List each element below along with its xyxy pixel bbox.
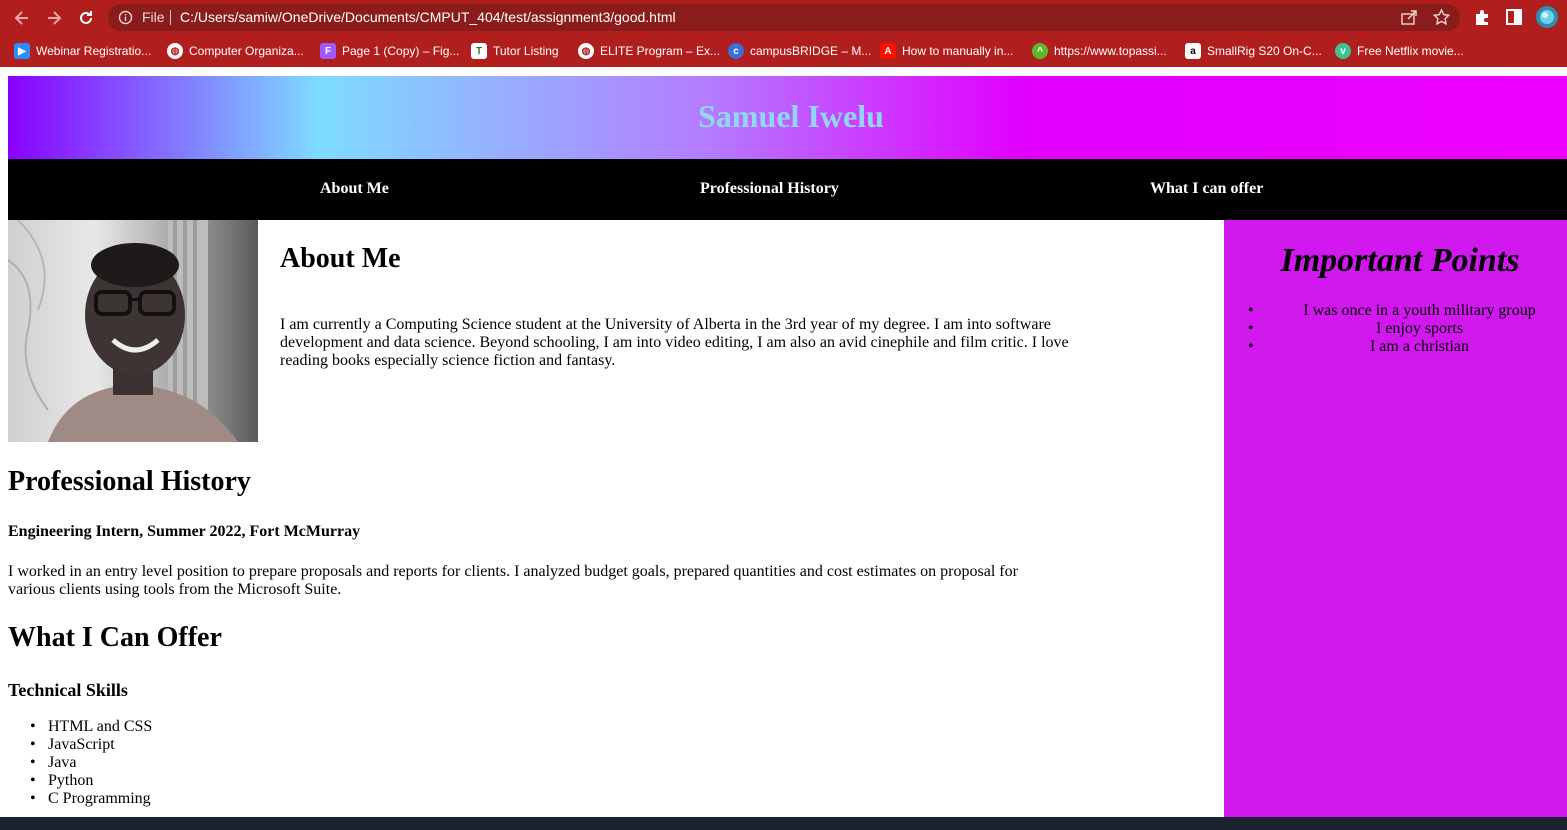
globe-icon: ◍: [167, 43, 183, 59]
profile-photo: [8, 220, 258, 442]
nav-link-what-i-can-offer[interactable]: What I can offer: [1150, 180, 1263, 198]
figma-icon: F: [320, 43, 336, 59]
file-scheme-label: File: [142, 9, 165, 25]
technical-skills-heading: Technical Skills: [8, 680, 128, 700]
job-title: Engineering Intern, Summer 2022, Fort Mc…: [8, 523, 361, 540]
bookmark-label: https://www.topassi...: [1054, 44, 1167, 58]
bookmark-item[interactable]: A How to manually in...: [880, 41, 1013, 61]
reload-icon[interactable]: [74, 6, 98, 30]
globe-icon: ◍: [578, 43, 594, 59]
adobe-icon: A: [880, 43, 896, 59]
site-nav: About Me Professional History What I can…: [8, 159, 1567, 220]
bookmark-label: How to manually in...: [902, 44, 1014, 58]
campusbridge-icon: c: [728, 43, 744, 59]
chrome-content-divider: [0, 67, 1567, 76]
bookmark-item[interactable]: ^ https://www.topassi...: [1032, 41, 1167, 61]
list-item: I was once in a youth military group: [1224, 302, 1567, 320]
bookmark-label: campusBRIDGE – M...: [750, 44, 872, 58]
forward-arrow-icon[interactable]: [42, 6, 66, 30]
bookmark-item[interactable]: c campusBRIDGE – M...: [728, 41, 871, 61]
list-item: C Programming: [8, 790, 152, 808]
bookmark-label: Free Netflix movie...: [1357, 44, 1464, 58]
bookmark-item[interactable]: a SmallRig S20 On-C...: [1185, 41, 1322, 61]
important-points-list: I was once in a youth military group I e…: [1224, 302, 1567, 356]
skills-list: HTML and CSS JavaScript Java Python C Pr…: [8, 718, 152, 808]
job-description: I worked in an entry level position to p…: [8, 563, 1018, 598]
bookmark-item[interactable]: ▶ Webinar Registratio...: [14, 41, 151, 61]
site-header: Samuel Iwelu: [8, 76, 1567, 159]
bookmark-item[interactable]: ◍ ELITE Program – Ex...: [578, 41, 720, 61]
address-bar[interactable]: File C:/Users/samiw/OneDrive/Documents/C…: [108, 4, 1460, 31]
bookmark-label: SmallRig S20 On-C...: [1207, 44, 1322, 58]
topassist-icon: ^: [1032, 43, 1048, 59]
list-item: I enjoy sports: [1224, 320, 1567, 338]
info-icon[interactable]: [118, 10, 133, 25]
nav-link-about-me[interactable]: About Me: [320, 180, 389, 198]
star-icon[interactable]: [1432, 8, 1451, 27]
bookmark-label: Tutor Listing: [493, 44, 559, 58]
extensions-puzzle-icon[interactable]: [1472, 7, 1492, 27]
bookmark-label: Webinar Registratio...: [36, 44, 152, 58]
offer-heading: What I Can Offer: [8, 622, 222, 653]
bookmark-item[interactable]: v Free Netflix movie...: [1335, 41, 1464, 61]
tutor-icon: T: [471, 43, 487, 59]
bookmark-label: ELITE Program – Ex...: [600, 44, 721, 58]
bookmark-item[interactable]: ◍ Computer Organiza...: [167, 41, 304, 61]
back-arrow-icon[interactable]: [10, 6, 34, 30]
page-content: Samuel Iwelu About Me Professional Histo…: [8, 76, 1567, 817]
list-item: I am a christian: [1224, 338, 1567, 356]
list-item: HTML and CSS: [8, 718, 152, 736]
netflix-v-icon: v: [1335, 43, 1351, 59]
os-taskbar: [0, 817, 1567, 830]
professional-history-heading: Professional History: [8, 466, 251, 497]
important-points-sidebar: Important Points I was once in a youth m…: [1224, 220, 1567, 817]
bookmarks-bar: ▶ Webinar Registratio... ◍ Computer Orga…: [0, 35, 1567, 67]
bookmark-item[interactable]: T Tutor Listing: [471, 41, 559, 61]
bookmark-item[interactable]: F Page 1 (Copy) – Fig...: [320, 41, 459, 61]
profile-avatar-icon[interactable]: [1535, 5, 1559, 29]
about-heading: About Me: [280, 243, 401, 274]
side-panel-icon[interactable]: [1504, 7, 1524, 27]
list-item: Java: [8, 754, 152, 772]
list-item: Python: [8, 772, 152, 790]
nav-link-professional-history[interactable]: Professional History: [700, 180, 839, 198]
zoom-icon: ▶: [14, 43, 30, 59]
list-item: JavaScript: [8, 736, 152, 754]
amazon-icon: a: [1185, 43, 1201, 59]
sidebar-heading: Important Points: [1280, 242, 1520, 279]
site-title: Samuel Iwelu: [698, 98, 884, 134]
url-text[interactable]: C:/Users/samiw/OneDrive/Documents/CMPUT_…: [180, 9, 676, 25]
share-icon[interactable]: [1400, 8, 1419, 27]
bookmark-label: Computer Organiza...: [189, 44, 304, 58]
omnibox-divider: [170, 10, 171, 25]
browser-toolbar: File C:/Users/samiw/OneDrive/Documents/C…: [0, 0, 1567, 35]
bookmark-label: Page 1 (Copy) – Fig...: [342, 44, 460, 58]
about-text: I am currently a Computing Science stude…: [280, 316, 1069, 369]
